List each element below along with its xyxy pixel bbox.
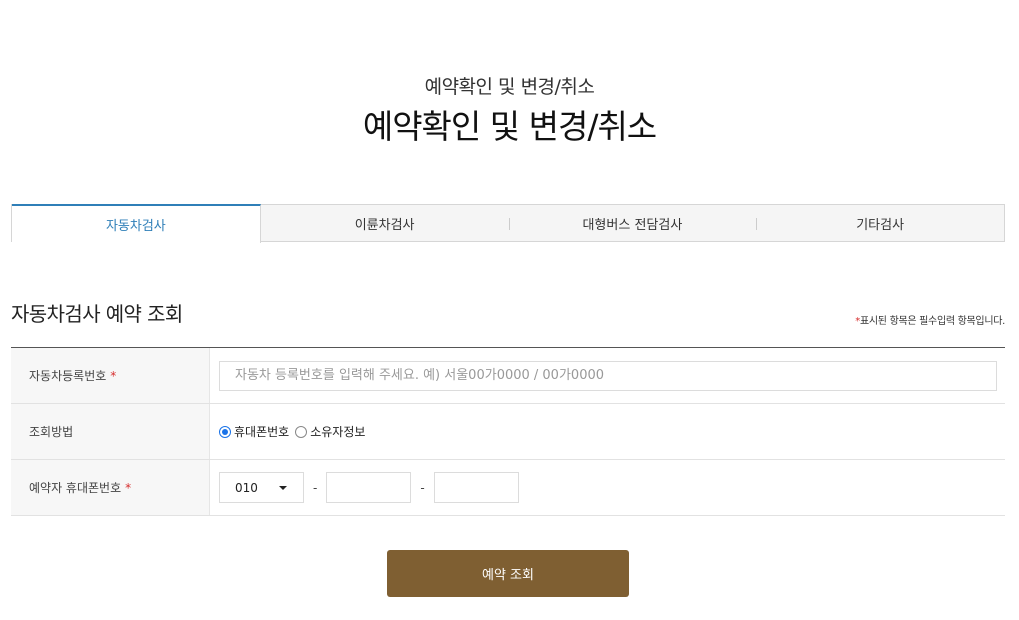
phone-dash: - (420, 480, 425, 495)
page-subtitle: 예약확인 및 변경/취소 (424, 76, 595, 98)
required-note: *표시된 항목은 필수입력 항목입니다. (855, 312, 1005, 327)
phone-prefix-select[interactable]: 010 (219, 472, 304, 503)
tab-car-inspection[interactable]: 자동차검사 (12, 204, 261, 243)
inspection-type-tabs: 자동차검사 이륜차검사 대형버스 전담검사 기타검사 (11, 204, 1005, 243)
search-method-label: 조회방법 (11, 404, 210, 459)
form-row-phone: 예약자 휴대폰번호 * 010 - - (11, 460, 1005, 516)
phone-last-input[interactable] (433, 472, 519, 503)
tab-motorcycle-inspection[interactable]: 이륜차검사 (261, 205, 509, 241)
form-row-search-method: 조회방법 휴대폰번호 소유자정보 (11, 404, 1005, 460)
phone-middle-input[interactable] (326, 472, 412, 503)
required-star: * (110, 368, 117, 383)
required-note-text: 표시된 항목은 필수입력 항목입니다. (859, 316, 1005, 327)
reservation-search-button[interactable]: 예약 조회 (387, 550, 629, 597)
page: 예약확인 및 변경/취소 예약확인 및 변경/취소 자동차검사 이륜차검사 대형… (0, 0, 1019, 620)
section-title: 자동차검사 예약 조회 (11, 302, 183, 326)
tab-other-inspection[interactable]: 기타검사 (756, 205, 1004, 241)
phone-dash: - (313, 480, 318, 495)
page-title: 예약확인 및 변경/취소 (362, 107, 657, 146)
phone-label-text: 예약자 휴대폰번호 (29, 481, 122, 495)
radio-checked-icon[interactable] (219, 425, 231, 438)
required-star: * (125, 480, 132, 495)
search-method-field: 휴대폰번호 소유자정보 (210, 404, 1005, 459)
radio-unchecked-icon[interactable] (295, 425, 308, 438)
phone-field: 010 - - (210, 460, 1005, 515)
vehicle-number-input[interactable] (219, 360, 997, 391)
vehicle-number-label: 자동차등록번호 * (11, 348, 210, 403)
vehicle-number-label-text: 자동차등록번호 (29, 369, 107, 383)
form-row-vehicle-number: 자동차등록번호 * (11, 348, 1005, 404)
radio-owner-info[interactable]: 소유자정보 (295, 423, 365, 440)
tab-bus-inspection[interactable]: 대형버스 전담검사 (508, 205, 757, 241)
vehicle-number-field (210, 348, 1005, 403)
radio-owner-info-label: 소유자정보 (310, 425, 366, 439)
phone-label: 예약자 휴대폰번호 * (11, 460, 210, 515)
reservation-search-form: 자동차등록번호* 조회방법 휴대폰번호 소유자정보 (11, 347, 1005, 516)
dropdown-caret-icon (279, 485, 287, 490)
search-method-label-text: 조회방법 (29, 425, 74, 439)
radio-phone-number[interactable]: 휴대폰번호 (219, 423, 289, 440)
phone-prefix-value: 010 (235, 480, 258, 495)
radio-phone-number-label: 휴대폰번호 (234, 425, 290, 439)
